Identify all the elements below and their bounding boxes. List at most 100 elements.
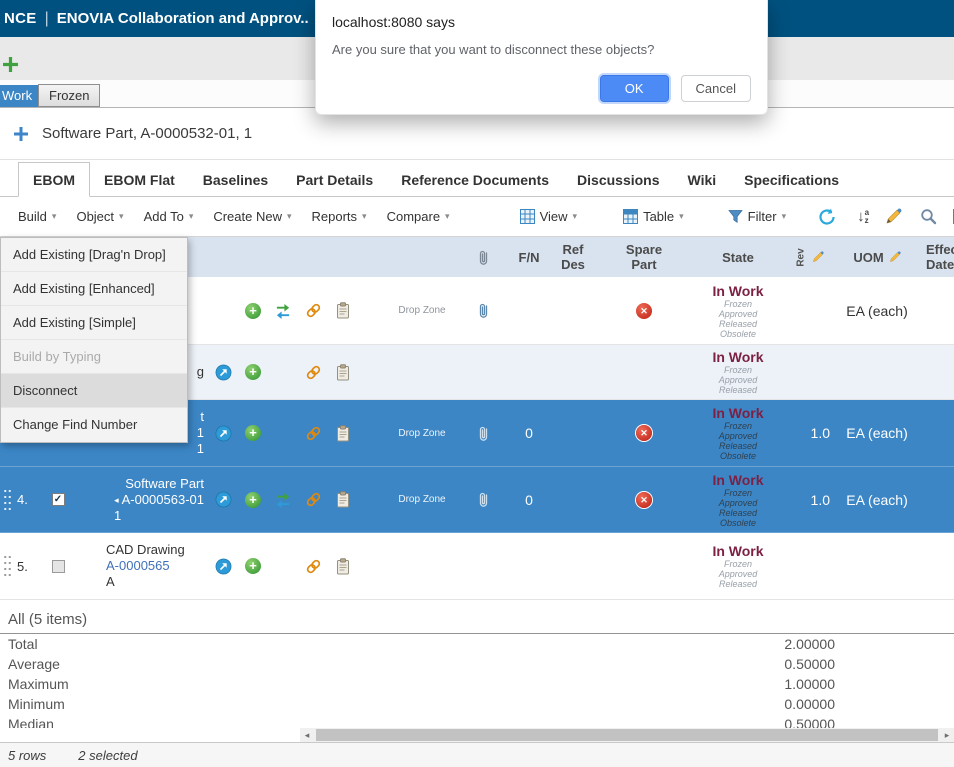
menu-compare[interactable]: Compare▾ (377, 209, 460, 224)
collapse-arrow-icon[interactable]: ◂ (114, 495, 119, 505)
navigate-icon[interactable] (208, 364, 238, 381)
add-child-icon[interactable]: + (245, 303, 261, 319)
link-icon[interactable] (298, 364, 328, 381)
scrollbar-thumb[interactable] (316, 729, 938, 741)
drop-zone[interactable]: Drop Zone (398, 305, 445, 316)
menu-build[interactable]: Build▾ (8, 209, 66, 224)
context-object-title: Software Part, A-0000532-01, 1 (42, 125, 252, 142)
menu-item-disconnect[interactable]: Disconnect (1, 374, 187, 408)
attachment-icon[interactable] (456, 491, 510, 508)
table-row-selected[interactable]: 4. ✓ Software Part ◂A-0000563-01 1 + Dro… (0, 467, 954, 533)
col-state[interactable]: State (690, 250, 786, 265)
link-icon[interactable] (298, 425, 328, 442)
replace-icon[interactable] (268, 303, 298, 319)
arrow-down-glyph: ↓ (857, 209, 865, 224)
menu-reports[interactable]: Reports▾ (302, 209, 377, 224)
clipboard-icon[interactable] (328, 491, 358, 508)
link-icon[interactable] (298, 491, 328, 508)
menu-object-label: Object (76, 209, 114, 224)
horizontal-scrollbar[interactable]: ◂ ▸ (300, 728, 954, 742)
tab-frozen[interactable]: Frozen (38, 84, 100, 107)
remove-icon[interactable]: ✕ (636, 303, 652, 319)
attachment-icon[interactable] (456, 302, 510, 319)
uom-value: EA (each) (846, 492, 907, 508)
scroll-left-icon[interactable]: ◂ (300, 728, 314, 742)
link-icon[interactable] (298, 302, 328, 319)
tab-discussions[interactable]: Discussions (563, 163, 673, 196)
link-icon[interactable] (298, 558, 328, 575)
tab-baselines[interactable]: Baselines (189, 163, 282, 196)
tab-ebom[interactable]: EBOM (18, 162, 90, 197)
menu-item-add-existing-enhanced[interactable]: Add Existing [Enhanced] (1, 272, 187, 306)
menu-filter[interactable]: Filter▾ (718, 209, 796, 224)
menu-view-label: View (540, 209, 568, 224)
col-ref-des[interactable]: Ref Des (548, 242, 598, 272)
tab-specifications[interactable]: Specifications (730, 163, 853, 196)
col-spare-part[interactable]: Spare Part (598, 242, 690, 272)
stat-row: Total 2.00000 (0, 634, 954, 654)
dialog-message: Are you sure that you want to disconnect… (332, 42, 751, 57)
add-icon[interactable] (3, 57, 20, 74)
tab-wiki[interactable]: Wiki (674, 163, 731, 196)
stat-row: Minimum 0.00000 (0, 694, 954, 714)
menu-create-new[interactable]: Create New▾ (203, 209, 301, 224)
ok-button[interactable]: OK (600, 75, 669, 102)
navigate-icon[interactable] (208, 558, 238, 575)
menu-table[interactable]: Table▾ (613, 209, 694, 224)
scroll-right-icon[interactable]: ▸ (940, 728, 954, 742)
selected-count: 2 selected (78, 748, 137, 763)
add-child-icon[interactable]: + (245, 492, 261, 508)
navigate-icon[interactable] (208, 491, 238, 508)
clipboard-icon[interactable] (328, 425, 358, 442)
row-checkbox-unchecked[interactable] (52, 560, 65, 573)
menu-reports-label: Reports (312, 209, 358, 224)
tab-reference-documents[interactable]: Reference Documents (387, 163, 563, 196)
col-rev[interactable]: Rev (786, 251, 836, 263)
tab-work[interactable]: Work (0, 85, 41, 107)
object-name[interactable]: ◂A-0000563-01 (76, 492, 208, 508)
col-fn[interactable]: F/N (510, 250, 548, 265)
chevron-down-icon: ▾ (679, 211, 684, 222)
tab-ebom-flat[interactable]: EBOM Flat (90, 163, 189, 196)
drag-handle[interactable] (3, 488, 12, 512)
navigate-icon[interactable] (208, 425, 238, 442)
col-uom[interactable]: UOM (836, 250, 918, 265)
drag-handle[interactable] (3, 554, 12, 578)
drop-zone[interactable]: Drop Zone (398, 428, 445, 439)
search-icon[interactable] (920, 208, 937, 225)
remove-icon[interactable]: ✕ (636, 425, 652, 441)
clipboard-icon[interactable] (328, 364, 358, 381)
add-child-icon[interactable]: + (245, 425, 261, 441)
brand-text: NCE (4, 10, 37, 27)
clipboard-icon[interactable] (328, 558, 358, 575)
expand-plus-icon[interactable] (14, 127, 28, 141)
col-attachment[interactable] (456, 249, 510, 266)
attachment-icon[interactable] (456, 425, 510, 442)
refresh-icon[interactable] (818, 208, 837, 226)
row-number: 4. (17, 492, 28, 507)
sort-icon[interactable]: ↓az (857, 209, 869, 225)
replace-icon[interactable] (268, 492, 298, 508)
menu-filter-label: Filter (748, 209, 777, 224)
drop-zone[interactable]: Drop Zone (398, 494, 445, 505)
stat-row: Maximum 1.00000 (0, 674, 954, 694)
menu-item-add-existing-dragndrop[interactable]: Add Existing [Drag'n Drop] (1, 238, 187, 272)
object-revision: 1 (76, 508, 208, 524)
add-child-icon[interactable]: + (245, 364, 261, 380)
add-child-icon[interactable]: + (245, 558, 261, 574)
object-name-link[interactable]: A-0000565 (76, 558, 208, 574)
menu-add-to[interactable]: Add To▾ (134, 209, 204, 224)
col-effectivity-date[interactable]: Effec Date (918, 242, 954, 272)
clipboard-icon[interactable] (328, 302, 358, 319)
uom-value: EA (each) (846, 303, 907, 319)
table-row[interactable]: 5. CAD Drawing A-0000565 A + In Work Fro… (0, 533, 954, 600)
cancel-button[interactable]: Cancel (681, 75, 751, 102)
menu-object[interactable]: Object▾ (66, 209, 133, 224)
tab-part-details[interactable]: Part Details (282, 163, 387, 196)
edit-pencil-icon[interactable] (885, 208, 902, 225)
menu-item-change-find-number[interactable]: Change Find Number (1, 408, 187, 442)
remove-icon[interactable]: ✕ (636, 492, 652, 508)
menu-view[interactable]: View▾ (510, 209, 587, 224)
row-checkbox-checked[interactable]: ✓ (52, 493, 65, 506)
menu-item-add-existing-simple[interactable]: Add Existing [Simple] (1, 306, 187, 340)
